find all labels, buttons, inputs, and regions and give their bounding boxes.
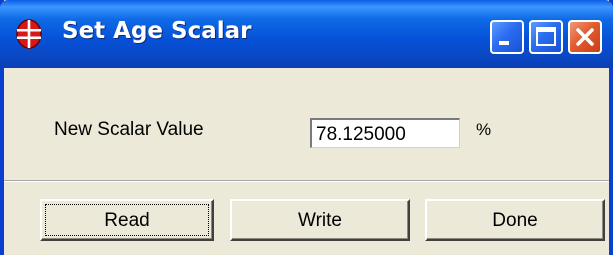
- window-title: Set Age Scalar: [62, 18, 252, 44]
- maximize-icon: [536, 27, 556, 46]
- scalar-value-input[interactable]: [310, 118, 460, 148]
- dialog-window: Set Age Scalar New Scalar Value % Read W…: [0, 0, 613, 255]
- write-button[interactable]: Write: [230, 199, 410, 241]
- title-bar[interactable]: Set Age Scalar: [0, 0, 613, 68]
- done-button[interactable]: Done: [425, 199, 605, 241]
- close-button[interactable]: [568, 20, 602, 54]
- read-button[interactable]: Read: [40, 199, 214, 241]
- minimize-button[interactable]: [490, 20, 524, 54]
- percent-unit-label: %: [476, 120, 492, 139]
- minimize-icon: [499, 41, 509, 45]
- scalar-value-label: New Scalar Value: [54, 119, 204, 140]
- app-icon[interactable]: [14, 18, 44, 50]
- dialog-body: New Scalar Value % Read Write Done: [4, 68, 609, 255]
- close-icon: [576, 28, 594, 46]
- separator-line: [4, 180, 609, 182]
- maximize-button[interactable]: [529, 20, 563, 54]
